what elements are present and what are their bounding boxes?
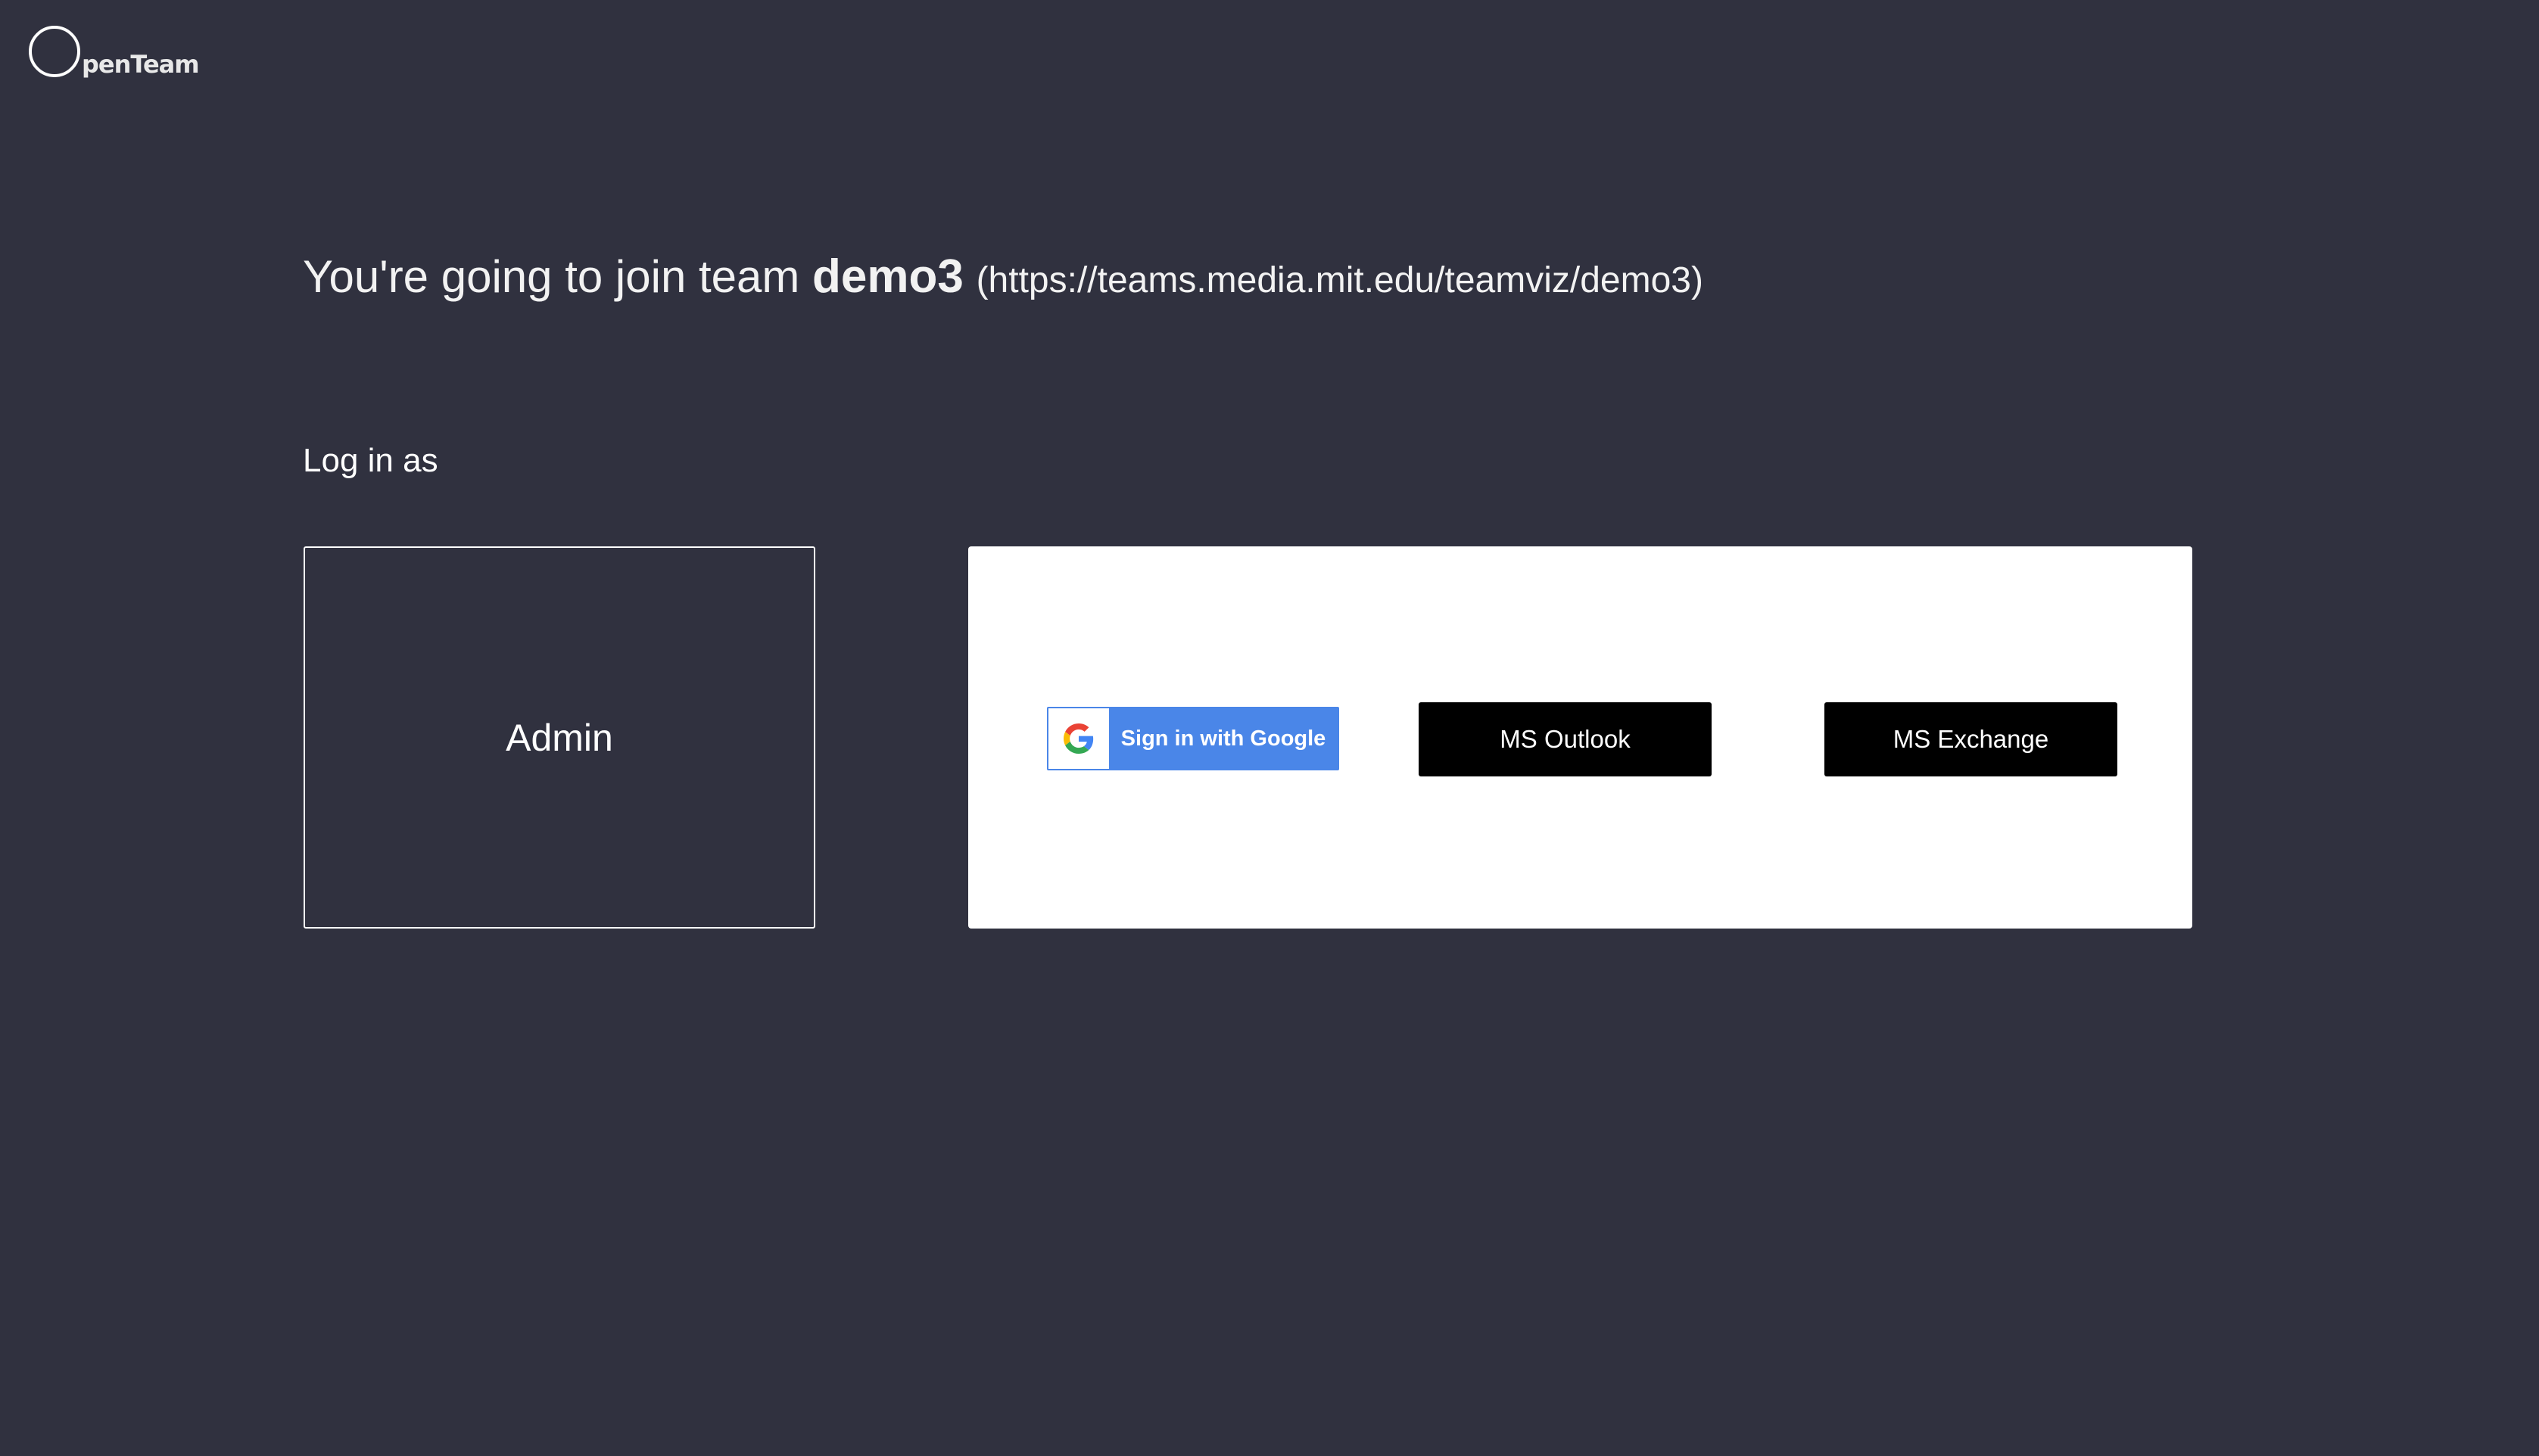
admin-label: Admin (506, 716, 613, 759)
logo-circle-icon (29, 26, 80, 77)
google-signin-button[interactable]: Sign in with Google (1047, 707, 1339, 770)
title-prefix: You're going to join team (303, 251, 813, 302)
ms-outlook-button[interactable]: MS Outlook (1419, 702, 1712, 776)
team-url: (https://teams.media.mit.edu/teamviz/dem… (976, 260, 1703, 300)
login-as-label: Log in as (303, 442, 438, 479)
sso-login-panel: Sign in with Google MS Outlook MS Exchan… (968, 546, 2192, 929)
openteam-logo: penTeam (29, 26, 210, 86)
logo-text: penTeam (82, 50, 200, 79)
google-g-icon (1048, 708, 1109, 769)
team-name: demo3 (812, 250, 964, 303)
ms-exchange-button[interactable]: MS Exchange (1824, 702, 2117, 776)
admin-login-button[interactable]: Admin (304, 546, 815, 929)
google-signin-label: Sign in with Google (1120, 726, 1326, 751)
page-title: You're going to join team demo3 (https:/… (303, 250, 1703, 303)
